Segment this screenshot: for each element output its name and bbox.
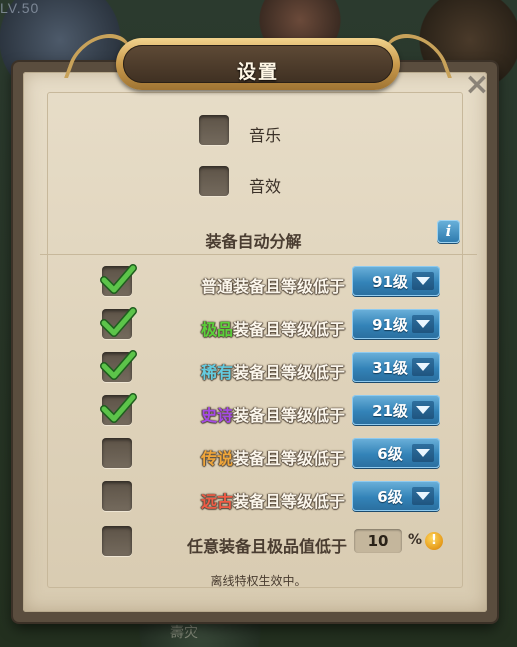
quality-threshold-input[interactable]: 10 (354, 529, 402, 553)
chevron-down-icon (412, 315, 434, 333)
dismantle-checkbox-ancient[interactable] (102, 481, 132, 511)
dismantle-row-label: 传说装备且等级低于 (200, 449, 345, 468)
page-title: 设置 (236, 61, 279, 83)
dismantle-row-label: 极品装备且等级低于 (200, 320, 345, 339)
dismantle-checkbox-normal[interactable] (100, 264, 137, 296)
percent-unit: % (408, 532, 423, 548)
dismantle-checkbox-rare[interactable] (100, 350, 137, 382)
checkmark-icon (100, 264, 137, 294)
music-checkbox[interactable] (199, 115, 229, 145)
chevron-down-icon (412, 272, 434, 290)
level-dropdown-normal[interactable]: 91级 (352, 266, 440, 296)
music-label: 音乐 (249, 126, 282, 145)
dismantle-checkbox-legendary[interactable] (102, 438, 132, 468)
checkmark-icon (100, 350, 137, 380)
info-icon[interactable]: i (437, 220, 460, 243)
title-banner: 设置 (63, 30, 453, 94)
level-dropdown-excellent[interactable]: 91级 (352, 309, 440, 339)
player-level-text: LV.50 (0, 0, 40, 16)
chevron-down-icon (412, 358, 434, 376)
settings-panel-body (23, 72, 487, 612)
sfx-label: 音效 (249, 177, 282, 196)
dismantle-checkbox-epic[interactable] (100, 393, 137, 425)
background-label: 壽灾 (170, 625, 198, 641)
warning-icon[interactable]: ! (425, 532, 443, 550)
checkmark-icon (100, 307, 137, 337)
offline-privilege-status: 离线特权生效中。 (210, 574, 307, 588)
title-plate: 设置 (116, 38, 400, 90)
section-divider (40, 254, 477, 255)
level-dropdown-ancient[interactable]: 6级 (352, 481, 440, 511)
level-dropdown-legendary[interactable]: 6级 (352, 438, 440, 468)
dismantle-row-label: 普通装备且等级低于 (200, 277, 345, 296)
dismantle-row-label: 史诗装备且等级低于 (200, 406, 345, 425)
any-equipment-label: 任意装备且极品值低于 (187, 537, 348, 556)
dismantle-row-label: 远古装备且等级低于 (200, 492, 345, 511)
level-dropdown-epic[interactable]: 21级 (352, 395, 440, 425)
chevron-down-icon (412, 401, 434, 419)
sfx-checkbox[interactable] (199, 166, 229, 196)
any-equipment-checkbox[interactable] (102, 526, 132, 556)
checkmark-icon (100, 393, 137, 423)
dismantle-row-label: 稀有装备且等级低于 (200, 363, 345, 382)
chevron-down-icon (412, 444, 434, 462)
chevron-down-icon (412, 487, 434, 505)
level-dropdown-rare[interactable]: 31级 (352, 352, 440, 382)
close-icon[interactable]: × (462, 70, 492, 100)
dismantle-checkbox-excellent[interactable] (100, 307, 137, 339)
